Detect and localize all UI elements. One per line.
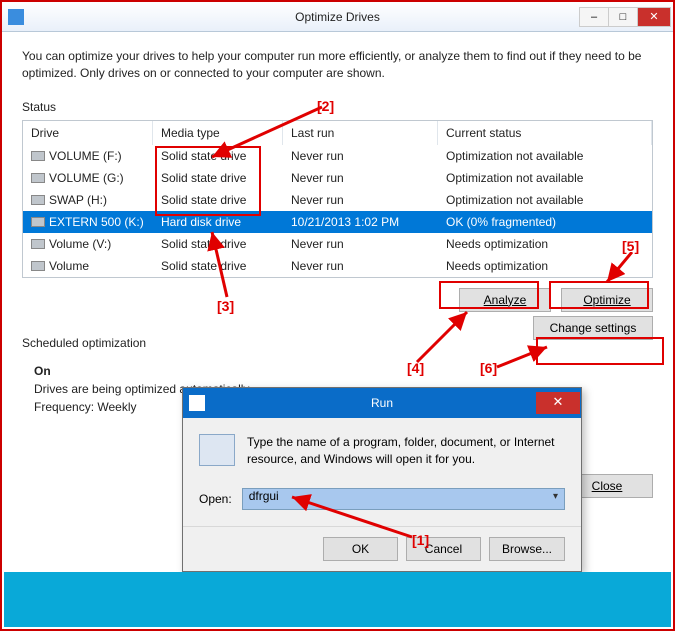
window-close-button[interactable]: ✕	[637, 7, 671, 27]
media-type: Solid state drive	[153, 193, 283, 207]
current-status: Needs optimization	[438, 259, 652, 273]
last-run: Never run	[283, 193, 438, 207]
current-status: Needs optimization	[438, 237, 652, 251]
current-status: Optimization not available	[438, 171, 652, 185]
drive-list[interactable]: Drive Media type Last run Current status…	[22, 120, 653, 278]
optimize-button[interactable]: Optimize	[561, 288, 653, 312]
header-drive[interactable]: Drive	[23, 121, 153, 145]
drive-name: EXTERN 500 (K:)	[49, 215, 144, 229]
current-status: OK (0% fragmented)	[438, 215, 652, 229]
media-type: Solid state drive	[153, 171, 283, 185]
table-row[interactable]: SWAP (H:) Solid state driveNever runOptim…	[23, 189, 652, 211]
disk-icon	[31, 239, 45, 249]
disk-icon	[31, 195, 45, 205]
drive-name: SWAP (H:)	[49, 193, 107, 207]
current-status: Optimization not available	[438, 193, 652, 207]
drive-name: Volume	[49, 259, 89, 273]
media-type: Solid state drive	[153, 259, 283, 273]
run-app-icon	[199, 434, 235, 466]
change-settings-button[interactable]: Change settings	[533, 316, 653, 340]
drive-name: VOLUME (G:)	[49, 171, 124, 185]
table-row[interactable]: Volume Solid state driveNever runNeeds op…	[23, 255, 652, 277]
media-type: Solid state drive	[153, 149, 283, 163]
last-run: Never run	[283, 171, 438, 185]
open-label: Open:	[199, 492, 232, 506]
run-ok-button[interactable]: OK	[323, 537, 398, 561]
window-title: Optimize Drives	[295, 10, 380, 24]
status-label: Status	[22, 100, 653, 114]
window-titlebar: Optimize Drives – □ ✕	[2, 2, 673, 32]
table-row[interactable]: EXTERN 500 (K:) Hard disk drive10/21/2013…	[23, 211, 652, 233]
open-input[interactable]: dfrgui	[242, 488, 565, 510]
current-status: Optimization not available	[438, 149, 652, 163]
run-titlebar: Run ✕	[183, 388, 581, 418]
media-type: Hard disk drive	[153, 215, 283, 229]
run-browse-button[interactable]: Browse...	[489, 537, 565, 561]
run-dialog: Run ✕ Type the name of a program, folder…	[182, 387, 582, 572]
last-run: Never run	[283, 259, 438, 273]
run-cancel-button[interactable]: Cancel	[406, 537, 481, 561]
header-status[interactable]: Current status	[438, 121, 652, 145]
media-type: Solid state drive	[153, 237, 283, 251]
disk-icon	[31, 173, 45, 183]
header-last-run[interactable]: Last run	[283, 121, 438, 145]
disk-icon	[31, 151, 45, 161]
run-description: Type the name of a program, folder, docu…	[247, 434, 565, 468]
scheduled-on: On	[34, 364, 653, 378]
last-run: 10/21/2013 1:02 PM	[283, 215, 438, 229]
table-row[interactable]: Volume (V:) Solid state driveNever runNee…	[23, 233, 652, 255]
window-description: You can optimize your drives to help you…	[22, 48, 653, 82]
run-icon	[189, 395, 205, 411]
last-run: Never run	[283, 149, 438, 163]
header-media[interactable]: Media type	[153, 121, 283, 145]
taskbar-strip	[4, 572, 671, 627]
app-icon	[8, 9, 24, 25]
maximize-button[interactable]: □	[608, 7, 638, 27]
table-row[interactable]: VOLUME (F:) Solid state driveNever runOpt…	[23, 145, 652, 167]
disk-icon	[31, 261, 45, 271]
analyze-button[interactable]: Analyze	[459, 288, 551, 312]
run-close-button[interactable]: ✕	[536, 392, 580, 414]
disk-icon	[31, 217, 45, 227]
table-row[interactable]: VOLUME (G:) Solid state driveNever runOpt…	[23, 167, 652, 189]
drive-name: Volume (V:)	[49, 237, 111, 251]
minimize-button[interactable]: –	[579, 7, 609, 27]
last-run: Never run	[283, 237, 438, 251]
drive-name: VOLUME (F:)	[49, 149, 122, 163]
run-title: Run	[371, 396, 393, 410]
table-header: Drive Media type Last run Current status	[23, 121, 652, 145]
